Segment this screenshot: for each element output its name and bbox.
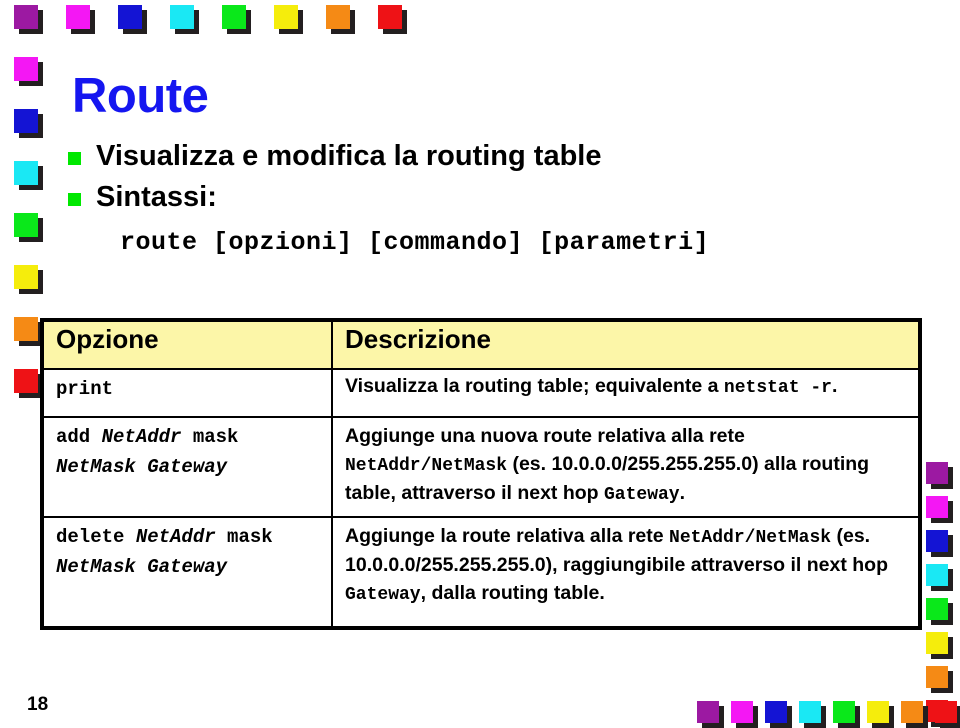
decor-square-bottom-4 <box>833 701 855 723</box>
decor-square-top-1 <box>66 5 90 29</box>
bullet-item-1: Visualizza e modifica la routing table <box>68 140 602 173</box>
page-title: Route <box>72 69 209 123</box>
decor-square-top-5 <box>274 5 298 29</box>
cell-option: delete NetAddr mask NetMask Gateway <box>41 516 333 629</box>
decor-square-left-3 <box>14 161 38 185</box>
bullet-item-2-label: Sintassi: <box>96 181 217 213</box>
decor-square-bottom-6 <box>901 701 923 723</box>
decor-square-top-3 <box>170 5 194 29</box>
table-row: add NetAddr mask NetMask Gateway Aggiung… <box>41 416 921 518</box>
decor-square-right-4 <box>926 598 948 620</box>
bullet-item-1-label: Visualizza e modifica la routing table <box>96 140 602 172</box>
decor-square-right-6 <box>926 666 948 688</box>
bullet-square-icon <box>68 152 81 166</box>
table-header-row: Opzione Descrizione <box>41 319 921 370</box>
decor-square-top-0 <box>14 5 38 29</box>
decor-square-top-6 <box>326 5 350 29</box>
decor-square-left-2 <box>14 109 38 133</box>
bullet-square-icon <box>68 193 81 207</box>
decor-square-bottom-1 <box>731 701 753 723</box>
cell-option: add NetAddr mask NetMask Gateway <box>41 416 333 518</box>
decor-square-top-7 <box>378 5 402 29</box>
column-header-opzione: Opzione <box>41 319 333 370</box>
bullet-item-2: Sintassi: <box>68 181 217 214</box>
decor-square-bottom-3 <box>799 701 821 723</box>
decor-square-right-5 <box>926 632 948 654</box>
column-header-descrizione: Descrizione <box>331 319 921 370</box>
decor-square-top-2 <box>118 5 142 29</box>
table-row: delete NetAddr mask NetMask Gateway Aggi… <box>41 516 921 629</box>
decor-square-left-6 <box>14 317 38 341</box>
decor-square-right-1 <box>926 496 948 518</box>
decor-square-left-4 <box>14 213 38 237</box>
cell-description: Aggiunge una nuova route relativa alla r… <box>331 416 921 518</box>
table-body: print Visualizza la routing table; equiv… <box>41 368 921 629</box>
cell-option: print <box>41 368 333 418</box>
decor-square-bottom-2 <box>765 701 787 723</box>
decor-square-bottom-0 <box>697 701 719 723</box>
decor-square-left-7 <box>14 369 38 393</box>
decor-square-left-1 <box>14 57 38 81</box>
decor-square-bottom-7 <box>935 701 957 723</box>
page-number: 18 <box>27 694 49 715</box>
decor-square-bottom-5 <box>867 701 889 723</box>
table-head: Opzione Descrizione <box>41 319 921 370</box>
table-row: print Visualizza la routing table; equiv… <box>41 368 921 418</box>
decor-square-right-2 <box>926 530 948 552</box>
syntax-code-line: route [opzioni] [commando] [parametri] <box>120 228 710 257</box>
decor-square-left-5 <box>14 265 38 289</box>
decor-square-right-3 <box>926 564 948 586</box>
route-options-table: Opzione Descrizione print Visualizza la … <box>40 318 922 630</box>
decor-square-right-0 <box>926 462 948 484</box>
cell-description: Aggiunge la route relativa alla rete Net… <box>331 516 921 629</box>
decor-square-top-4 <box>222 5 246 29</box>
cell-description: Visualizza la routing table; equivalente… <box>331 368 921 418</box>
